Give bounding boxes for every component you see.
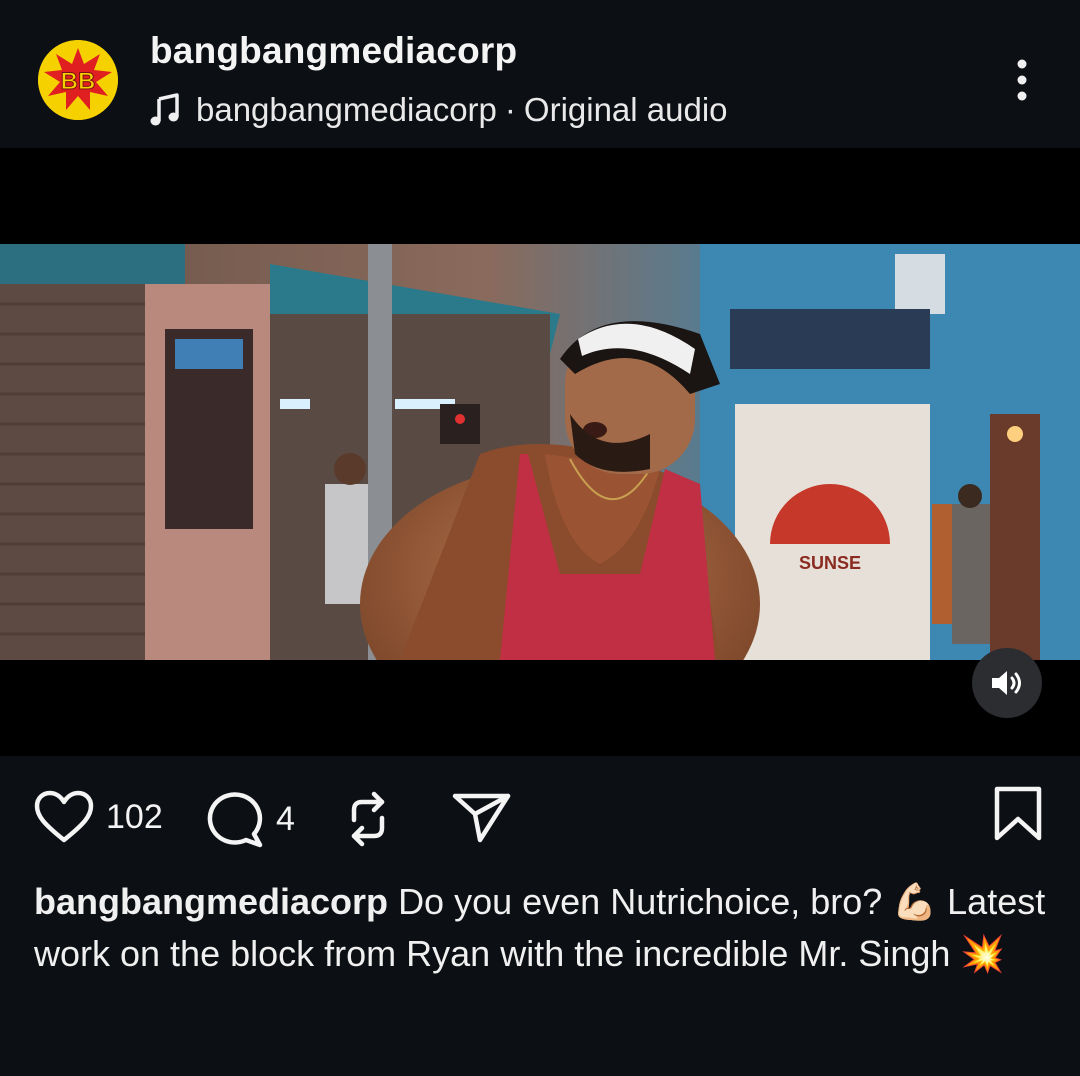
audio-artist: bangbangmediacorp [196, 91, 497, 128]
speaker-on-icon [992, 671, 1021, 695]
send-icon [452, 793, 511, 843]
post-caption: bangbangmediacorp Do you even Nutrichoic… [34, 876, 1054, 980]
mute-toggle-button[interactable] [972, 648, 1042, 718]
music-note-icon [150, 93, 179, 126]
video-player[interactable]: SUNSE [0, 148, 1080, 756]
svg-text:SUNSE: SUNSE [799, 553, 861, 573]
audio-separator: · [504, 91, 516, 128]
action-bar: 102 4 [0, 756, 1080, 876]
post-username[interactable]: bangbangmediacorp [150, 30, 517, 72]
profile-avatar[interactable]: BB [38, 40, 118, 120]
caption-username[interactable]: bangbangmediacorp [34, 881, 388, 922]
audio-label: Original audio [523, 91, 728, 128]
video-frame[interactable]: SUNSE [0, 244, 1080, 660]
share-button[interactable] [452, 792, 512, 844]
post-header: BB bangbangmediacorp bangbangmediacorp ·… [0, 0, 1080, 148]
bookmark-icon [994, 786, 1042, 841]
comment-count: 4 [276, 799, 295, 838]
svg-text:BB: BB [61, 68, 96, 95]
repost-button[interactable] [342, 788, 394, 850]
audio-info[interactable]: bangbangmediacorp · Original audio [150, 88, 728, 132]
more-vertical-icon[interactable] [1002, 58, 1042, 104]
comment-icon [207, 792, 263, 848]
bb-logo-icon: BB [38, 40, 118, 120]
save-button[interactable] [994, 786, 1042, 842]
like-count: 102 [106, 797, 163, 836]
heart-icon [34, 790, 94, 843]
like-button[interactable]: 102 [34, 790, 163, 844]
street-scene-image: SUNSE [0, 244, 1080, 660]
comment-button[interactable]: 4 [204, 790, 295, 848]
repost-icon [351, 791, 385, 847]
